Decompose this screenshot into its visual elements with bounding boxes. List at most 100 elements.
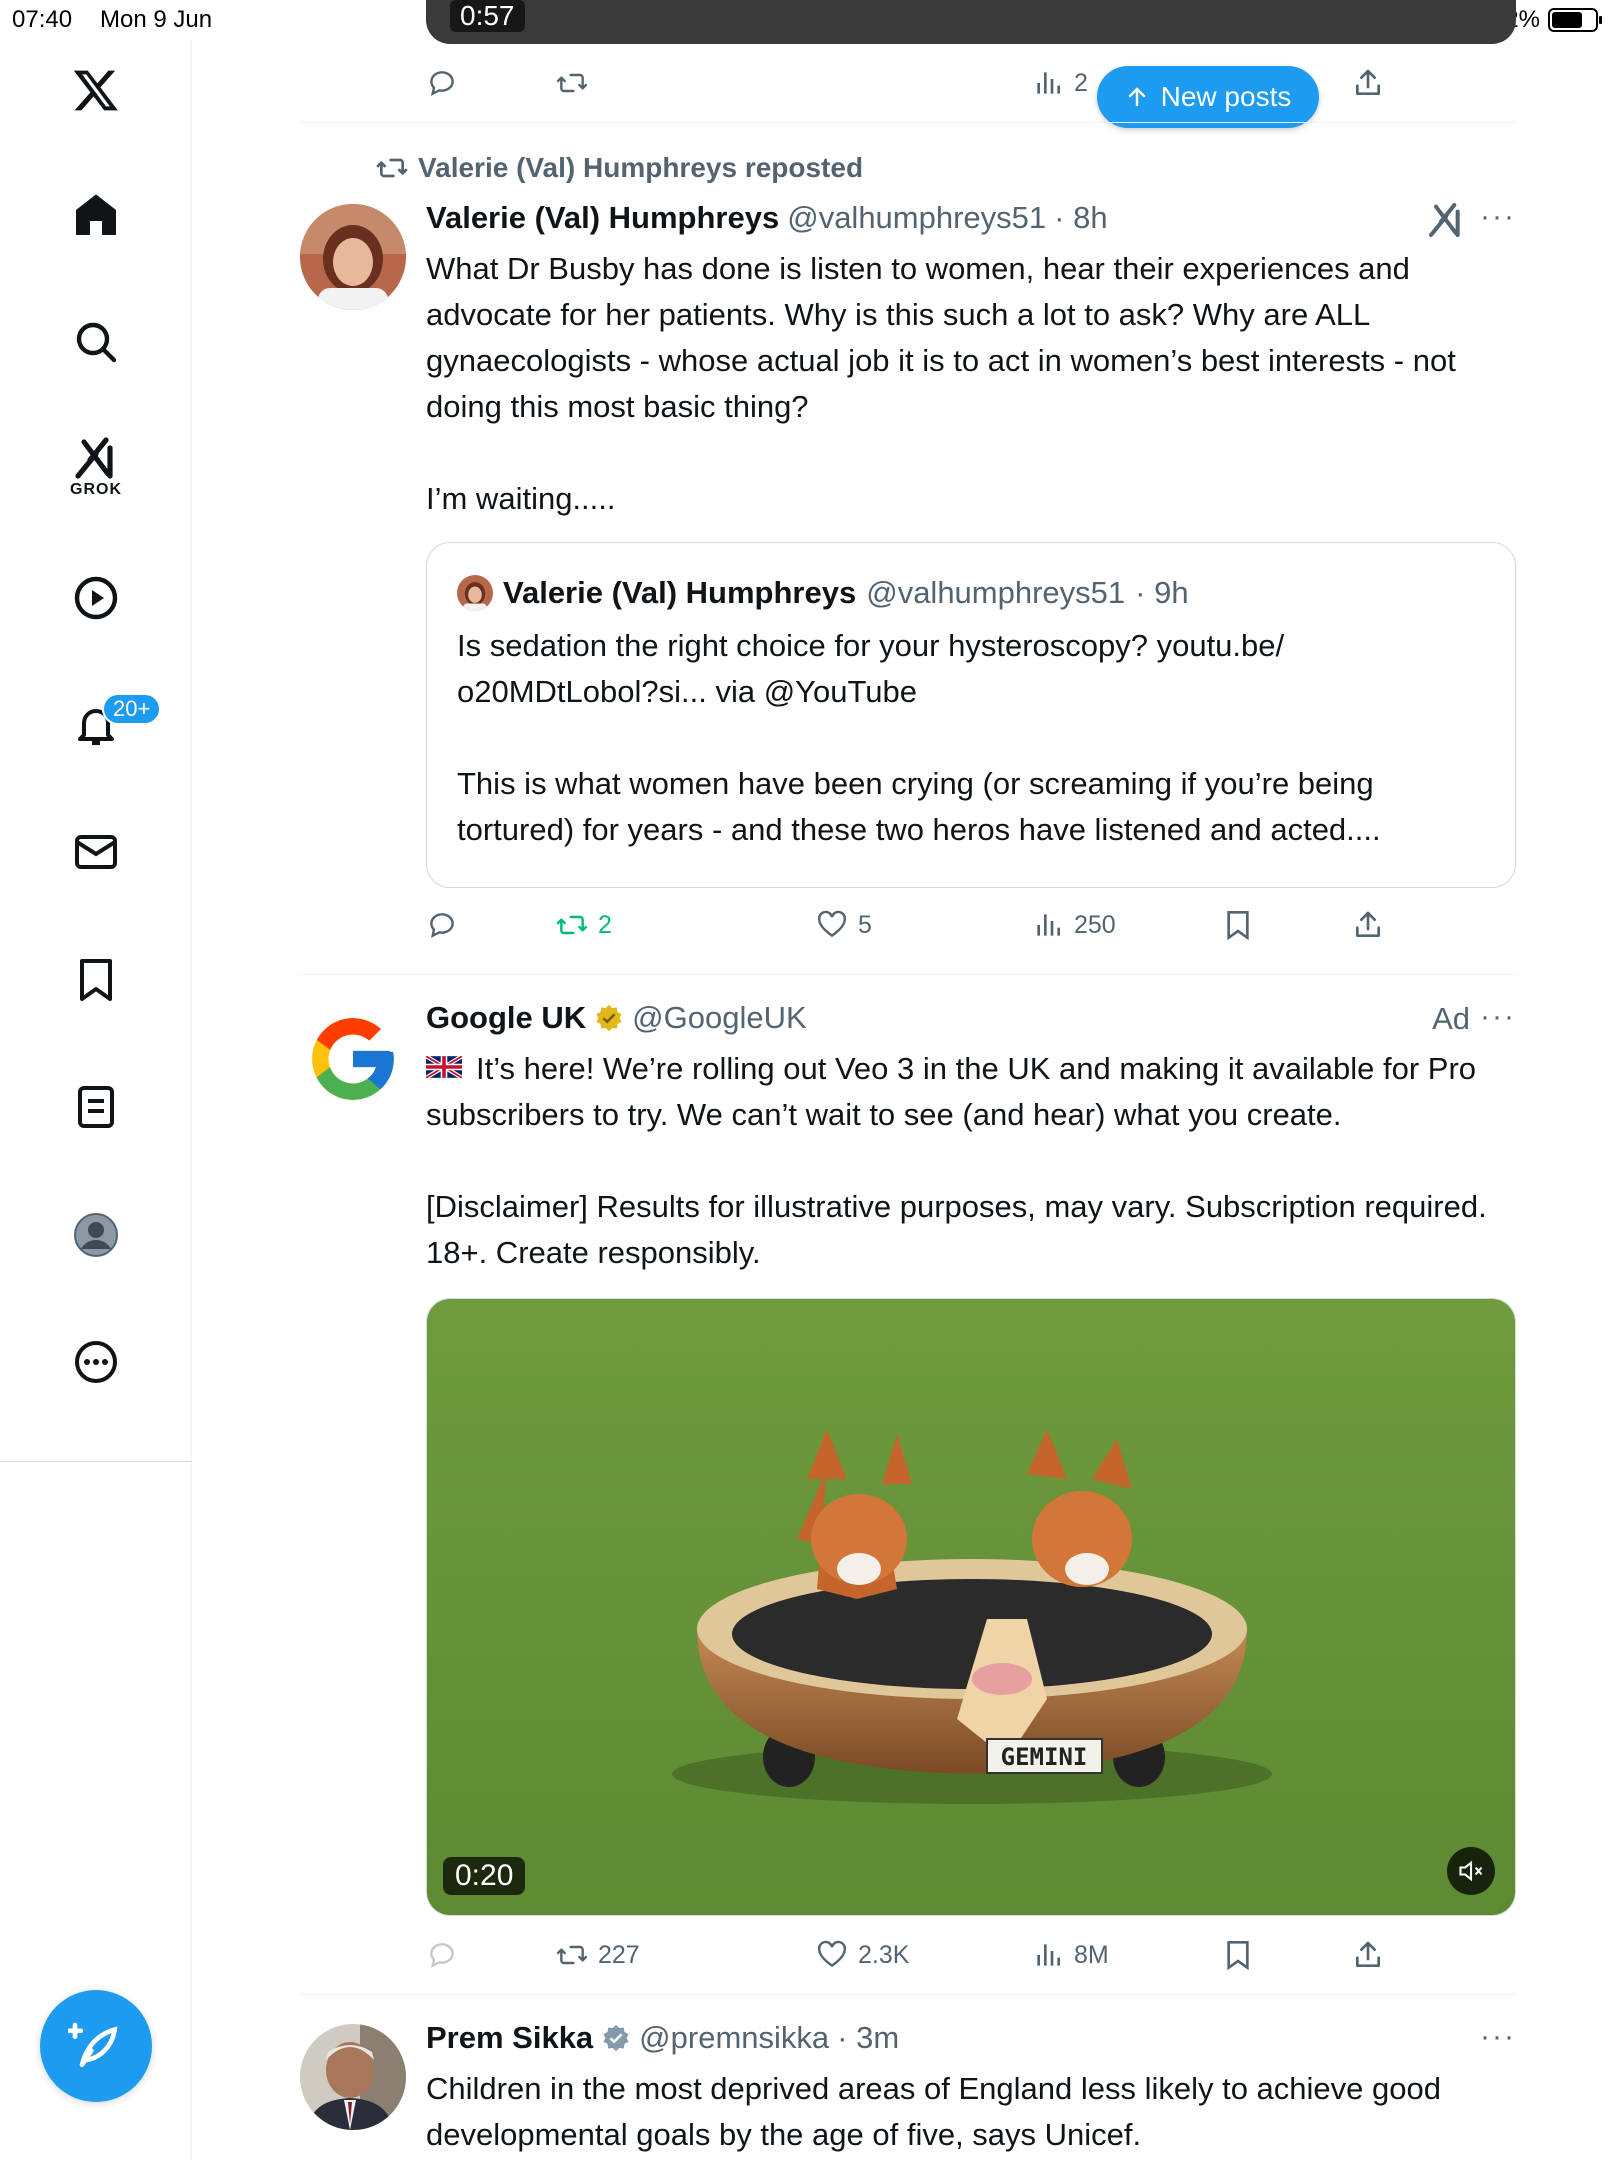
- reply-button[interactable]: [426, 58, 458, 108]
- mute-button[interactable]: [1447, 1847, 1495, 1895]
- status-date: Mon 9 Jun: [100, 6, 213, 33]
- grok-icon: [75, 437, 113, 479]
- x-logo-icon[interactable]: [56, 50, 136, 130]
- like-button[interactable]: 2.3K: [816, 1930, 909, 1980]
- more-options-icon[interactable]: ···: [1480, 200, 1516, 234]
- previous-video-duration: 0:57: [450, 0, 525, 32]
- views-stat[interactable]: 2: [1032, 58, 1088, 108]
- reply-icon: [430, 913, 454, 938]
- video-player[interactable]: GEMINI 0:20: [426, 1298, 1516, 1916]
- bookmark-button[interactable]: [1222, 900, 1254, 950]
- avatar[interactable]: [300, 204, 406, 310]
- share-button[interactable]: [1352, 900, 1384, 950]
- like-count: 2.3K: [858, 1940, 910, 1969]
- sidebar-divider: [0, 1461, 192, 1462]
- sidebar-item-messages[interactable]: [56, 812, 136, 892]
- post-actions: 2 5 250: [410, 900, 1410, 950]
- author-name[interactable]: Valerie (Val) Humphreys: [426, 200, 779, 236]
- sidebar-item-videos[interactable]: [56, 558, 136, 638]
- post-divider: [300, 122, 1516, 123]
- quoted-post[interactable]: Valerie (Val) Humphreys @valhumphreys51 …: [426, 542, 1516, 888]
- avatar: [457, 575, 493, 611]
- sidebar-item-grok[interactable]: GROK: [56, 425, 136, 505]
- views-count: 250: [1074, 910, 1116, 939]
- views-stat[interactable]: 250: [1032, 900, 1116, 950]
- more-options-icon[interactable]: ···: [1480, 2020, 1516, 2054]
- arrow-up-icon: [1128, 87, 1145, 107]
- bookmark-button[interactable]: [1222, 1930, 1254, 1980]
- compose-button[interactable]: [40, 1990, 152, 2102]
- author-name[interactable]: Prem Sikka: [426, 2020, 593, 2056]
- reply-button[interactable]: [426, 1930, 458, 1980]
- post-time[interactable]: · 8h: [1054, 200, 1107, 236]
- bookmark-icon: [1227, 911, 1249, 941]
- new-posts-label: New posts: [1160, 81, 1292, 112]
- sidebar-item-more[interactable]: [56, 1322, 136, 1402]
- google-logo-icon[interactable]: [304, 1010, 402, 1108]
- post-text: Children in the most deprived areas of E…: [426, 2071, 1441, 2152]
- post-text: It’s here! We’re rolling out Veo 3 in th…: [426, 1051, 1487, 1270]
- post-divider: [300, 974, 1516, 975]
- repost-icon: [556, 1945, 588, 1965]
- repost-button[interactable]: 227: [556, 1930, 640, 1980]
- avatar[interactable]: [300, 2024, 406, 2130]
- views-stat[interactable]: 8M: [1032, 1930, 1109, 1980]
- reply-icon: [430, 1943, 454, 1968]
- views-chart-icon: [1037, 72, 1060, 94]
- grok-label: GROK: [70, 481, 122, 498]
- quoted-post-text: Is sedation the right choice for your hy…: [457, 628, 1381, 847]
- views-chart-icon: [1037, 914, 1060, 936]
- share-icon: [1356, 911, 1380, 937]
- author-handle[interactable]: @valhumphreys51: [787, 200, 1046, 236]
- post-header: Google UK @GoogleUK: [426, 1000, 807, 1036]
- repost-icon: [376, 158, 408, 178]
- previous-post-video[interactable]: 0:57: [426, 0, 1516, 44]
- author-handle[interactable]: @GoogleUK: [632, 1000, 807, 1036]
- more-options-icon[interactable]: ···: [1480, 1000, 1516, 1034]
- profile-avatar-icon: [74, 1213, 118, 1257]
- bookmark-icon: [80, 959, 112, 1001]
- post-divider: [300, 1994, 1516, 1995]
- repost-context[interactable]: Valerie (Val) Humphreys reposted: [376, 152, 863, 184]
- battery-icon: [1548, 8, 1602, 32]
- repost-icon: [556, 73, 588, 93]
- play-circle-icon: [74, 576, 118, 620]
- post-text: What Dr Busby has done is listen to wome…: [426, 251, 1456, 516]
- repost-label: Valerie (Val) Humphreys reposted: [418, 152, 864, 183]
- share-button[interactable]: [1352, 58, 1384, 108]
- sidebar-item-bookmarks[interactable]: [56, 940, 136, 1020]
- sidebar-item-explore[interactable]: [56, 302, 136, 382]
- author-handle[interactable]: @premnsikka: [639, 2020, 829, 2056]
- new-posts-button[interactable]: New posts: [1097, 66, 1319, 128]
- quoted-post-header: Valerie (Val) Humphreys @valhumphreys51 …: [457, 575, 1189, 611]
- sidebar-item-lists[interactable]: [56, 1067, 136, 1147]
- like-button[interactable]: 5: [816, 900, 872, 950]
- sidebar-item-home[interactable]: [56, 175, 136, 255]
- ad-label: Ad: [1432, 1001, 1470, 1036]
- post-header: Valerie (Val) Humphreys @valhumphreys51 …: [426, 200, 1108, 236]
- share-icon: [1356, 69, 1380, 95]
- views-count: 8M: [1074, 1940, 1109, 1969]
- post-header: Prem Sikka @premnsikka · 3m: [426, 2020, 899, 2056]
- post-time[interactable]: · 3m: [837, 2020, 899, 2056]
- author-name[interactable]: Google UK: [426, 1000, 586, 1036]
- repost-button[interactable]: [556, 58, 588, 108]
- grok-icon[interactable]: [1426, 200, 1466, 240]
- repost-count: 2: [598, 910, 612, 939]
- compose-feather-icon: [68, 2022, 118, 2067]
- quoted-author-name: Valerie (Val) Humphreys: [503, 575, 857, 610]
- speaker-muted-icon: [1459, 1860, 1483, 1882]
- repost-button[interactable]: 2: [556, 900, 612, 950]
- sidebar-item-profile[interactable]: [56, 1195, 136, 1275]
- quoted-post-time: · 9h: [1135, 575, 1189, 610]
- heart-icon: [817, 910, 847, 938]
- list-icon: [78, 1086, 114, 1128]
- timeline: 0:57 2 New posts Valerie (Val) Humphreys…: [300, 0, 1516, 2160]
- video-duration: 0:20: [443, 1857, 526, 1895]
- more-circle-icon: [75, 1341, 117, 1383]
- share-button[interactable]: [1352, 1930, 1384, 1980]
- reply-button[interactable]: [426, 900, 458, 950]
- status-time: 07:40: [12, 6, 73, 33]
- sidebar-item-notifications[interactable]: 20+: [56, 685, 162, 765]
- bookmark-icon: [1227, 1941, 1249, 1971]
